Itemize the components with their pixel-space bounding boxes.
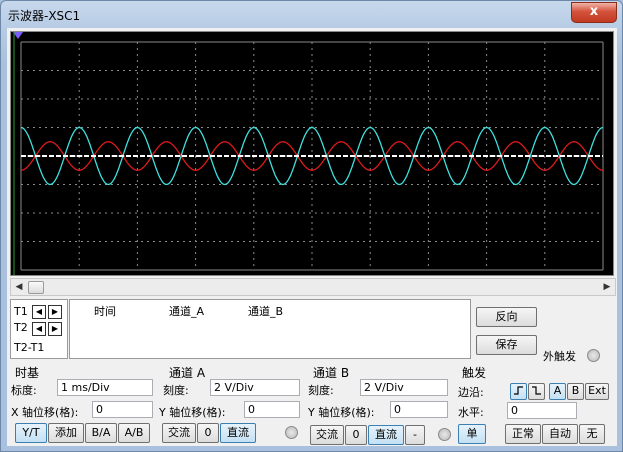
measurement-readout: 时间 通道_A 通道_B — [69, 299, 471, 359]
trigger-source-a-button[interactable]: A — [549, 383, 566, 400]
channel-a-terminal[interactable] — [285, 426, 298, 439]
mode-ba-button[interactable]: B/A — [85, 423, 117, 443]
cursor-t2-t1-label: T2-T1 — [14, 341, 45, 354]
trigger-source-b-button[interactable]: B — [567, 383, 584, 400]
timebase-scale-field[interactable]: 1 ms/Div — [57, 379, 153, 396]
t1-left-arrow-icon[interactable]: ◀ — [32, 305, 46, 319]
scroll-right-icon[interactable]: ▶ — [599, 279, 615, 295]
trigger-auto-button[interactable]: 自动 — [542, 424, 578, 444]
mode-yt-button[interactable]: Y/T — [15, 423, 47, 443]
readout-time-header: 时间 — [94, 305, 116, 318]
channel-a-ypos-label: Y 轴位移(格): — [159, 406, 226, 419]
trigger-source-ext-button[interactable]: Ext — [585, 383, 609, 400]
mode-add-button[interactable]: 添加 — [48, 423, 84, 443]
trigger-single-button[interactable]: 单 — [458, 424, 486, 444]
save-button[interactable]: 保存 — [476, 335, 537, 355]
close-button[interactable]: x — [571, 2, 617, 23]
cursor-t2-label: T2 — [14, 321, 28, 334]
cursor-panel: T1 ◀ ▶ T2 ◀ ▶ T2-T1 — [10, 299, 68, 359]
channel-b-dc-button[interactable]: 直流 — [368, 425, 404, 445]
trigger-normal-button[interactable]: 正常 — [505, 424, 541, 444]
channel-b-terminal[interactable] — [438, 428, 451, 441]
channel-a-ac-button[interactable]: 交流 — [162, 423, 196, 443]
scroll-left-icon[interactable]: ◀ — [11, 279, 27, 295]
t1-right-arrow-icon[interactable]: ▶ — [48, 305, 62, 319]
ext-trigger-terminal[interactable] — [587, 349, 600, 362]
t2-right-arrow-icon[interactable]: ▶ — [48, 322, 62, 336]
timebase-title: 时基 — [15, 366, 40, 380]
timebase-scale-label: 标度: — [11, 384, 37, 397]
rising-edge-icon[interactable] — [510, 383, 527, 400]
scope-display — [13, 32, 604, 275]
channel-b-ac-button[interactable]: 交流 — [310, 425, 344, 445]
channel-a-scale-label: 刻度: — [163, 384, 189, 397]
channel-b-title: 通道 B — [313, 366, 350, 380]
oscilloscope-window: 示波器-XSC1 x ◀ ▶ T1 ◀ ▶ T2 ◀ ▶ T2-T1 时间 通道… — [0, 0, 623, 452]
channel-b-minus-button[interactable]: - — [405, 425, 425, 445]
channel-b-scale-field[interactable]: 2 V/Div — [360, 379, 448, 396]
falling-edge-icon[interactable] — [528, 383, 545, 400]
channel-a-title: 通道 A — [169, 366, 206, 380]
trigger-level-field[interactable]: 0 — [507, 402, 577, 419]
cursor-t1-label: T1 — [14, 305, 28, 318]
channel-b-scale-label: 刻度: — [308, 384, 334, 397]
trigger-none-button[interactable]: 无 — [579, 424, 605, 444]
channel-b-ypos-field[interactable]: 0 — [390, 401, 448, 418]
scope-screen — [10, 31, 614, 276]
channel-b-ypos-label: Y 轴位移(格): — [308, 406, 375, 419]
readout-channel-b-header: 通道_B — [248, 305, 284, 318]
t2-left-arrow-icon[interactable]: ◀ — [32, 322, 46, 336]
horizontal-scrollbar[interactable]: ◀ ▶ — [10, 278, 616, 296]
timebase-xpos-label: X 轴位移(格): — [11, 406, 79, 419]
channel-a-ypos-field[interactable]: 0 — [244, 401, 300, 418]
client-area: ◀ ▶ T1 ◀ ▶ T2 ◀ ▶ T2-T1 时间 通道_A 通道_B 反向 … — [7, 28, 617, 446]
mode-ab-button[interactable]: A/B — [118, 423, 150, 443]
timebase-xpos-field[interactable]: 0 — [92, 401, 153, 418]
channel-a-zero-button[interactable]: 0 — [197, 423, 219, 443]
channel-a-scale-field[interactable]: 2 V/Div — [210, 379, 300, 396]
title-bar[interactable]: 示波器-XSC1 x — [1, 1, 622, 29]
readout-channel-a-header: 通道_A — [169, 305, 205, 318]
reverse-button[interactable]: 反向 — [476, 307, 537, 327]
trigger-level-label: 水平: — [458, 406, 484, 419]
scroll-thumb[interactable] — [28, 281, 44, 294]
channel-a-dc-button[interactable]: 直流 — [220, 423, 256, 443]
window-title: 示波器-XSC1 — [8, 9, 81, 23]
ext-trigger-label: 外触发 — [543, 350, 576, 363]
trigger-title: 触发 — [462, 366, 487, 380]
channel-b-zero-button[interactable]: 0 — [345, 425, 367, 445]
trigger-edge-label: 边沿: — [458, 386, 484, 399]
